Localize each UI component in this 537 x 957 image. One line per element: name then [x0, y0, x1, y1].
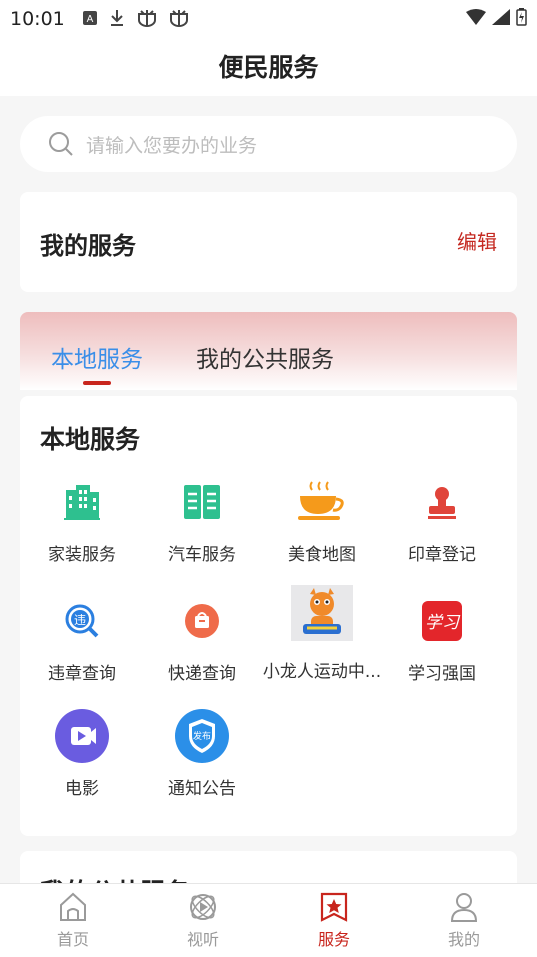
book-icon: [174, 474, 230, 530]
status-system-icons: [466, 8, 527, 30]
search-icon: [48, 131, 74, 157]
nav-label: 视听: [186, 930, 219, 949]
nav-label: 服务: [317, 930, 350, 949]
dragon-mascot-icon: [291, 585, 353, 641]
search-placeholder: 请输入您要办的业务: [86, 134, 258, 157]
download-icon: [108, 8, 126, 32]
my-services-title: 我的服务: [40, 232, 136, 260]
service-label: 违章查询: [48, 664, 116, 684]
svg-text:A: A: [87, 14, 94, 25]
service-label: 美食地图: [288, 545, 356, 565]
service-label: 学习强国: [408, 664, 476, 684]
title-bar: 便民服务: [0, 36, 537, 96]
person-icon: [424, 890, 504, 924]
service-item-movie[interactable]: 电影: [20, 708, 144, 800]
service-item-announcement[interactable]: 发布 通知公告: [140, 708, 264, 800]
service-label: 家装服务: [48, 545, 116, 565]
media-play-icon: [163, 890, 243, 924]
nav-services[interactable]: 服务: [294, 890, 374, 950]
xuexi-logo-icon: 学习: [414, 593, 470, 649]
video-play-icon: [54, 708, 110, 764]
service-item-violation-query[interactable]: 违 违章查询: [20, 593, 144, 685]
building-icon: [54, 474, 110, 530]
nav-home[interactable]: 首页: [33, 890, 113, 950]
svg-text:学习: 学习: [425, 613, 461, 633]
local-services-title: 本地服务: [40, 425, 141, 454]
coffee-cup-icon: [294, 474, 350, 530]
service-item-dragon-sports[interactable]: 小龙人运动中...: [260, 585, 384, 685]
status-bar: 10:01 A: [0, 0, 537, 36]
nav-label: 我的: [447, 930, 480, 949]
nav-media[interactable]: 视听: [163, 890, 243, 950]
notification-a-icon: A: [82, 10, 98, 30]
service-label: 通知公告: [168, 779, 236, 799]
page-title: 便民服务: [218, 53, 319, 82]
svg-text:违: 违: [74, 613, 86, 627]
service-item-food-map[interactable]: 美食地图: [260, 474, 384, 566]
service-label: 印章登记: [408, 545, 476, 565]
bug-icon: [136, 8, 158, 32]
service-item-express-query[interactable]: 快递查询: [140, 593, 264, 685]
home-icon: [33, 890, 113, 924]
tab-my-public-services[interactable]: 我的公共服务: [196, 340, 334, 374]
service-label: 电影: [65, 779, 99, 799]
bug-icon: [168, 8, 190, 32]
service-label: 小龙人运动中...: [262, 662, 382, 682]
wifi-icon: [466, 9, 486, 29]
service-item-xuexi-qiangguo[interactable]: 学习 学习强国: [380, 593, 504, 685]
nav-profile[interactable]: 我的: [424, 890, 504, 950]
stamp-icon: [414, 474, 470, 530]
service-label: 汽车服务: [168, 545, 236, 565]
signal-icon: [492, 9, 510, 29]
local-services-card: 本地服务 家装服务 汽车服务 美食地图 印章登记 违 违章查询 快递查询 小龙人…: [20, 396, 517, 836]
svg-text:发布: 发布: [193, 730, 211, 742]
service-tabs: 本地服务 我的公共服务: [20, 312, 517, 390]
service-item-seal-registration[interactable]: 印章登记: [380, 474, 504, 566]
violation-search-icon: 违: [54, 593, 110, 649]
status-notification-icons: A: [82, 8, 190, 32]
edit-button[interactable]: 编辑: [457, 226, 497, 255]
star-bookmark-icon: [294, 890, 374, 924]
active-tab-indicator: [83, 381, 111, 385]
nav-label: 首页: [56, 930, 89, 949]
service-item-car[interactable]: 汽车服务: [140, 474, 264, 566]
my-services-card: 我的服务 编辑: [20, 192, 517, 292]
tab-local-services[interactable]: 本地服务: [51, 340, 143, 374]
status-time: 10:01: [10, 8, 65, 30]
announcement-shield-icon: 发布: [174, 708, 230, 764]
search-bar[interactable]: 请输入您要办的业务: [20, 116, 517, 172]
battery-charging-icon: [516, 8, 527, 30]
parcel-icon: [174, 593, 230, 649]
service-label: 快递查询: [168, 664, 236, 684]
service-item-home-decoration[interactable]: 家装服务: [20, 474, 144, 566]
bottom-navigation: 首页 视听 服务 我的: [0, 883, 537, 957]
